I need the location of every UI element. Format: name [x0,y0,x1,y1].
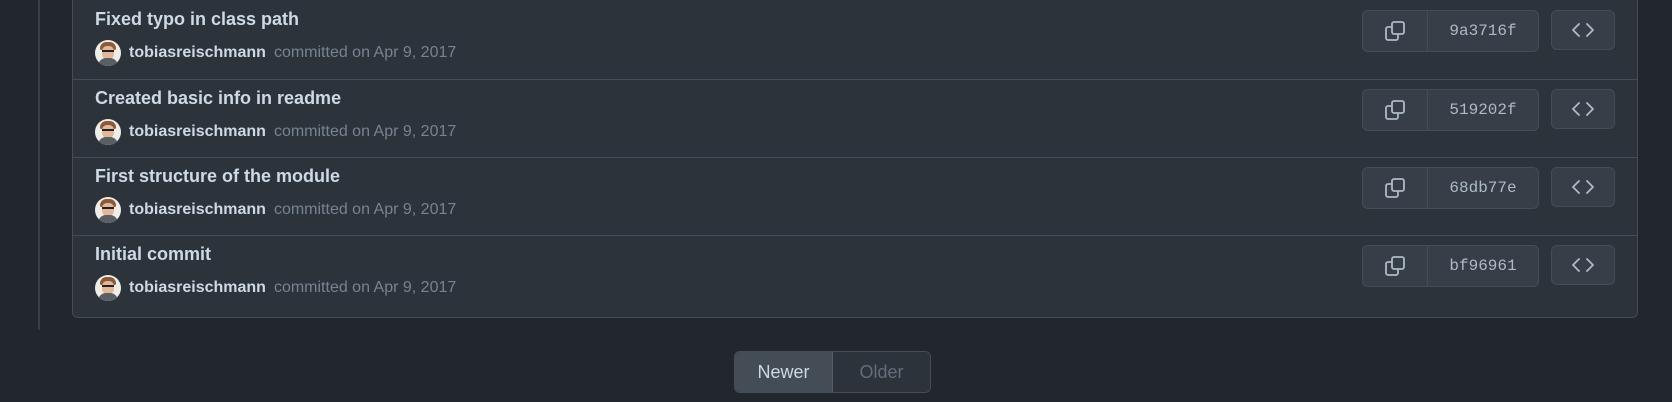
browse-repo-button[interactable] [1551,167,1615,207]
code-icon [1572,102,1594,116]
older-button[interactable]: Older [833,352,930,392]
copy-icon [1385,178,1405,198]
commit-meta: tobiasreischmann committed on Apr 9, 201… [95,274,456,302]
copy-sha-button[interactable] [1363,11,1428,51]
commit-row: First structure of the module tobiasreis… [73,157,1637,235]
commit-sha-button[interactable]: 68db77e [1428,168,1538,208]
browse-repo-button[interactable] [1551,10,1615,50]
commit-date: committed on Apr 9, 2017 [273,279,457,296]
commit-meta: tobiasreischmann committed on Apr 9, 201… [95,39,456,67]
code-icon [1572,23,1594,37]
commit-row: Initial commit tobiasreischmann committe… [73,235,1637,313]
commit-title[interactable]: Initial commit [95,244,211,265]
sha-button-group: 519202f [1362,89,1539,131]
avatar[interactable] [95,197,121,223]
browse-repo-button[interactable] [1551,245,1615,285]
pagination: Newer Older [734,351,931,393]
avatar[interactable] [95,119,121,145]
commit-title[interactable]: Created basic info in readme [95,88,341,109]
avatar[interactable] [95,275,121,301]
copy-icon [1385,256,1405,276]
commit-meta: tobiasreischmann committed on Apr 9, 201… [95,196,456,224]
commit-row: Created basic info in readme tobiasreisc… [73,79,1637,157]
commit-sha-button[interactable]: bf96961 [1428,246,1538,286]
commit-author[interactable]: tobiasreischmann [129,123,266,141]
timeline-line [38,0,40,330]
commit-row: Fixed typo in class path tobiasreischman… [73,1,1637,79]
commit-sha-button[interactable]: 9a3716f [1428,11,1538,51]
code-icon [1572,180,1594,194]
commit-date: committed on Apr 9, 2017 [273,201,457,218]
code-icon [1572,258,1594,272]
commit-author[interactable]: tobiasreischmann [129,279,266,297]
commit-author[interactable]: tobiasreischmann [129,44,266,62]
commit-title[interactable]: Fixed typo in class path [95,9,299,30]
commit-sha-button[interactable]: 519202f [1428,90,1538,130]
copy-icon [1385,21,1405,41]
commit-author[interactable]: tobiasreischmann [129,201,266,219]
copy-icon [1385,100,1405,120]
commit-date: committed on Apr 9, 2017 [273,123,457,140]
browse-repo-button[interactable] [1551,89,1615,129]
newer-button[interactable]: Newer [735,352,833,392]
commit-list: Fixed typo in class path tobiasreischman… [72,0,1638,318]
avatar[interactable] [95,40,121,66]
commit-meta: tobiasreischmann committed on Apr 9, 201… [95,118,456,146]
copy-sha-button[interactable] [1363,90,1428,130]
sha-button-group: 9a3716f [1362,10,1539,52]
sha-button-group: 68db77e [1362,167,1539,209]
copy-sha-button[interactable] [1363,168,1428,208]
sha-button-group: bf96961 [1362,245,1539,287]
commit-title[interactable]: First structure of the module [95,166,340,187]
copy-sha-button[interactable] [1363,246,1428,286]
commit-date: committed on Apr 9, 2017 [273,44,457,61]
